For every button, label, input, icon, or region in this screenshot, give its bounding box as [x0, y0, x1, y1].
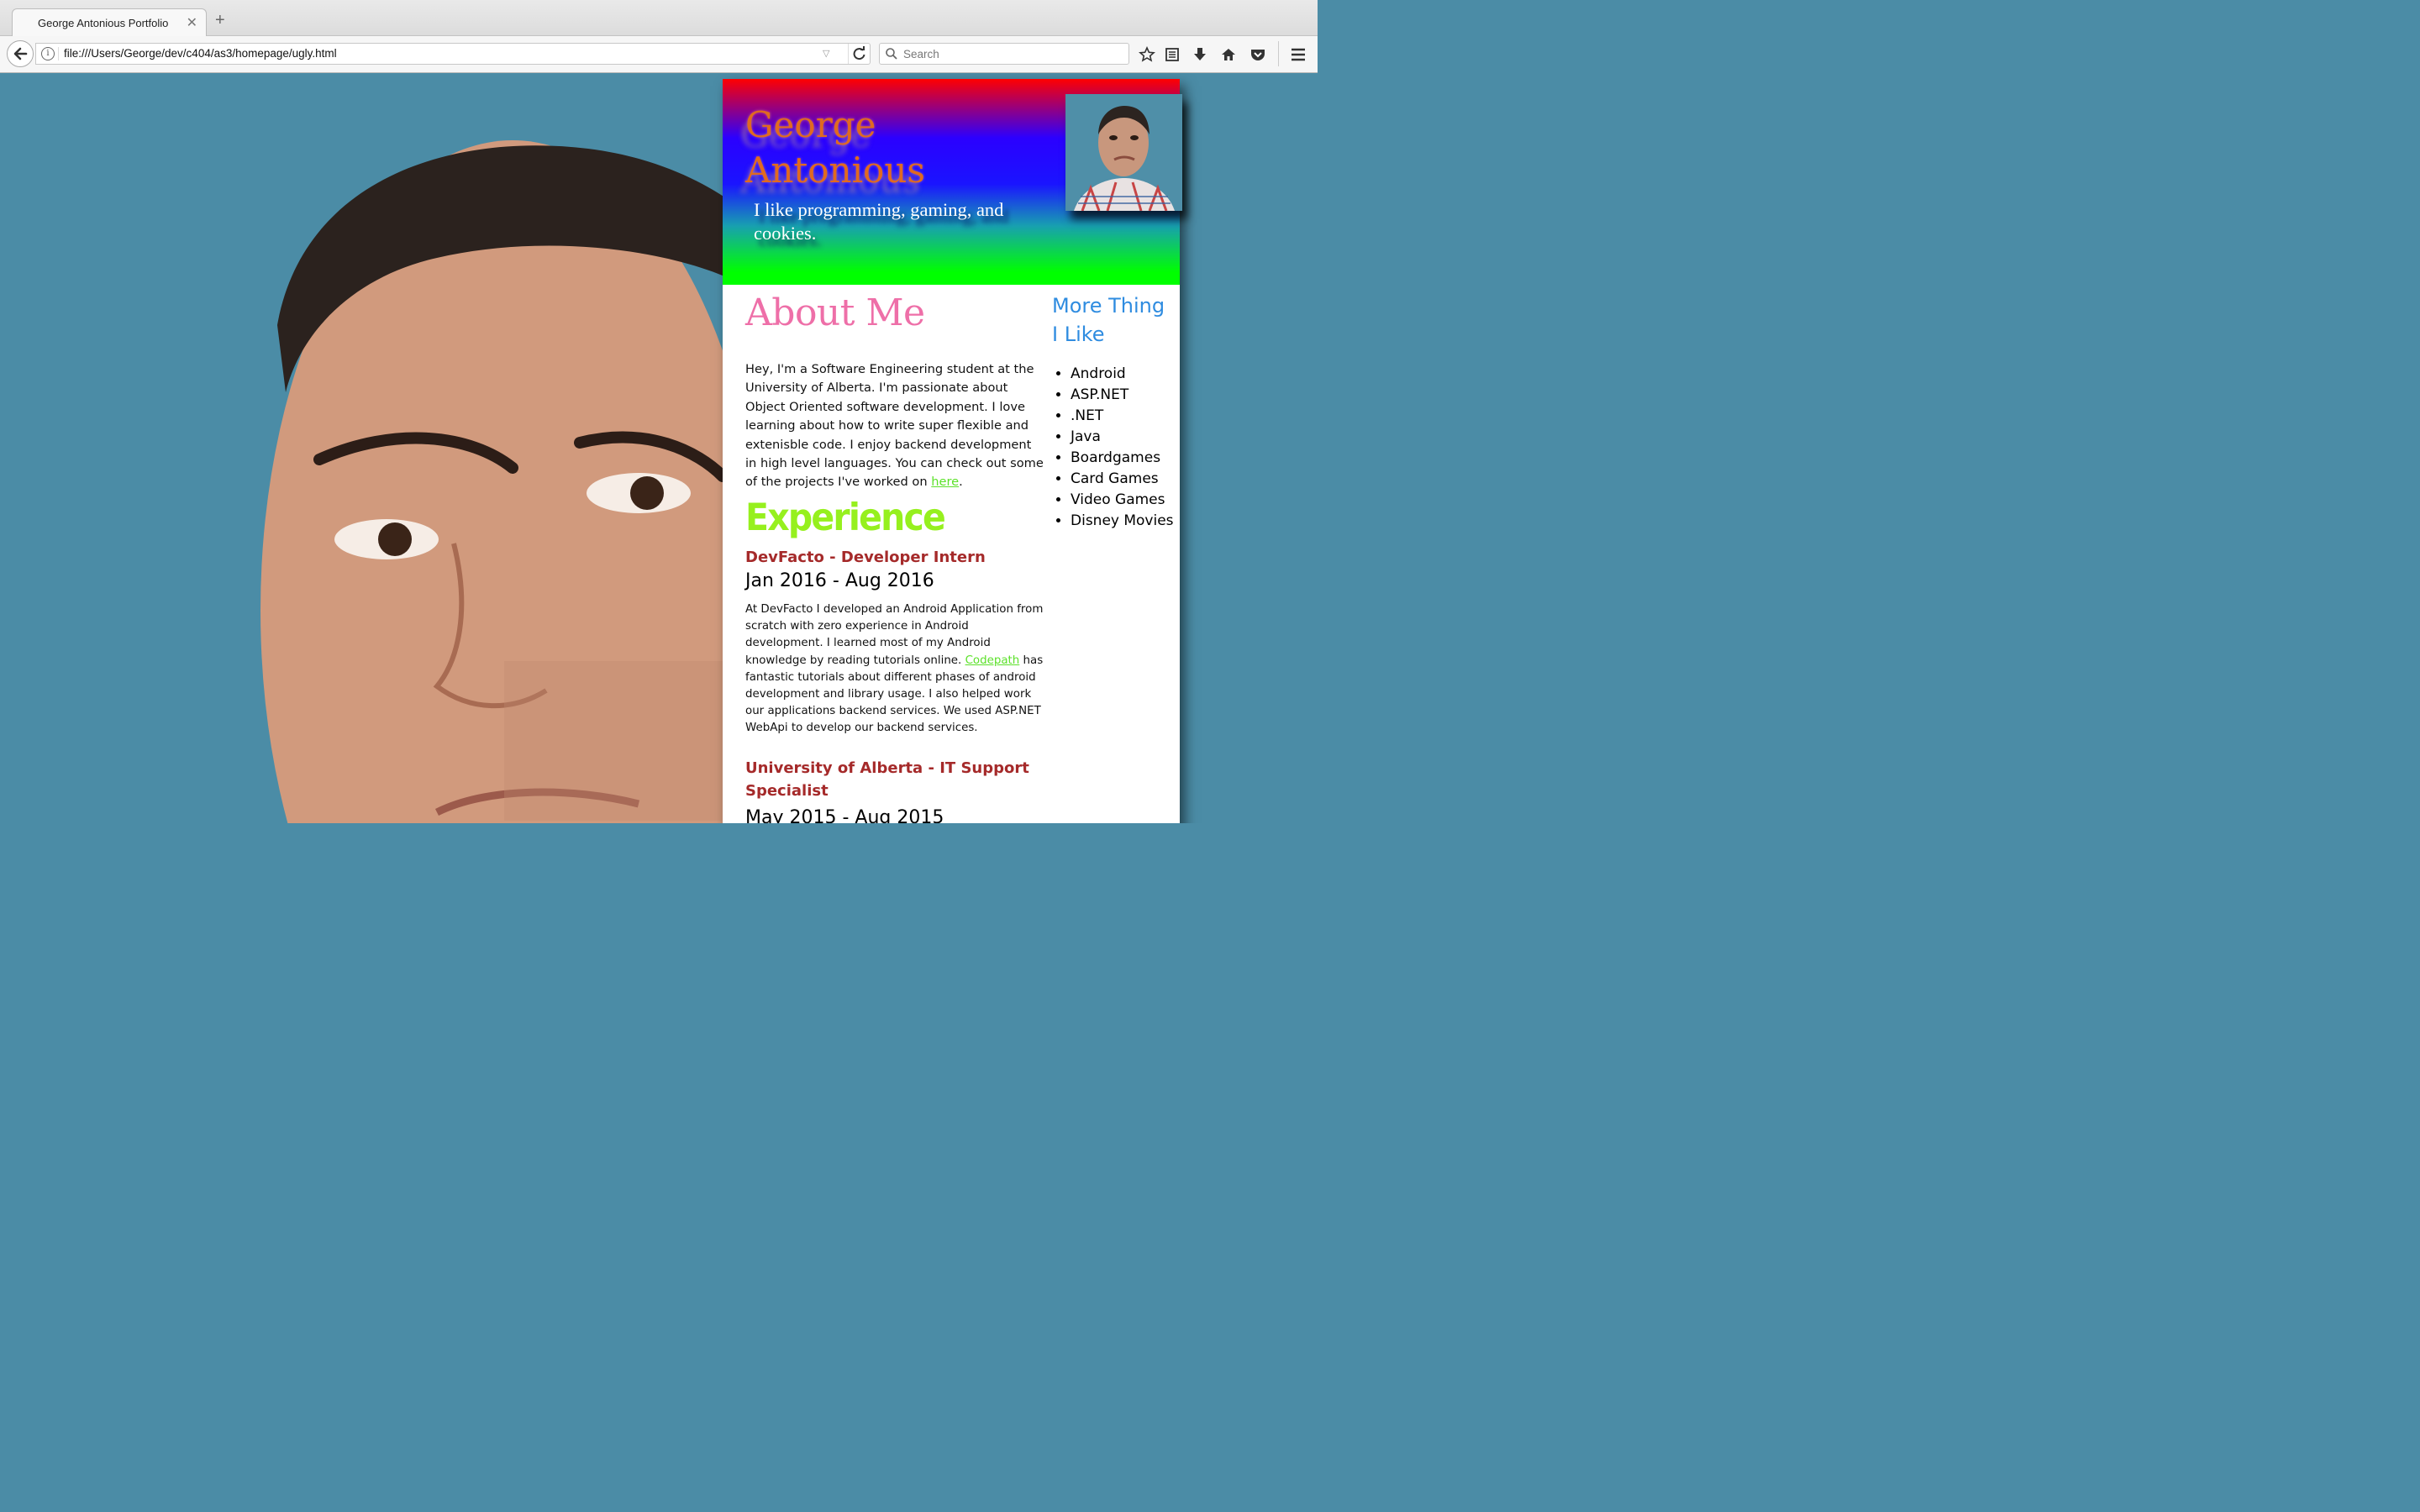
- hamburger-menu-icon[interactable]: [1290, 46, 1307, 63]
- list-item: Java: [1071, 427, 1178, 448]
- portfolio-card: George Antonious I like programming, gam…: [723, 79, 1182, 823]
- url-text[interactable]: file:///Users/George/dev/c404/as3/homepa…: [64, 47, 337, 60]
- search-placeholder: Search: [903, 48, 939, 60]
- navigation-toolbar: i file:///Users/George/dev/c404/as3/home…: [0, 36, 1318, 73]
- list-item: Android: [1071, 364, 1178, 385]
- reload-icon: [853, 46, 865, 60]
- about-text-end: .: [959, 475, 963, 490]
- job-description: At DevFacto I developed an Android Appli…: [745, 601, 1046, 738]
- reload-button[interactable]: [848, 44, 871, 64]
- search-bar[interactable]: Search: [879, 43, 1129, 65]
- list-item: .NET: [1071, 406, 1178, 427]
- list-item: ASP.NET: [1071, 385, 1178, 406]
- name-heading: George Antonious: [745, 104, 925, 191]
- about-me-heading: About Me: [745, 291, 925, 334]
- info-icon[interactable]: i: [41, 47, 55, 60]
- new-tab-icon[interactable]: +: [215, 12, 225, 29]
- tab-title: George Antonious Portfolio: [38, 17, 169, 29]
- url-separator: [58, 47, 59, 60]
- bookmark-star-icon[interactable]: [1139, 46, 1155, 63]
- history-dropdown-icon[interactable]: ▽: [823, 48, 829, 59]
- tagline: I like programming, gaming, and cookies.: [754, 199, 1004, 244]
- job-dates: Jan 2016 - Aug 2016: [745, 570, 934, 591]
- codepath-link[interactable]: Codepath: [965, 654, 1020, 667]
- back-button[interactable]: [7, 40, 34, 67]
- list-item: Boardgames: [1071, 448, 1178, 469]
- job-title: DevFacto - Developer Intern: [745, 549, 986, 566]
- tab-bar: George Antonious Portfolio ✕ +: [0, 0, 1318, 36]
- search-icon: [886, 48, 897, 60]
- projects-link[interactable]: here: [931, 475, 959, 489]
- likes-list: Android ASP.NET .NET Java Boardgames Car…: [1052, 364, 1178, 532]
- list-item: Disney Movies: [1071, 511, 1178, 532]
- url-bar[interactable]: i file:///Users/George/dev/c404/as3/home…: [35, 43, 871, 65]
- bookmarks-menu-icon[interactable]: [1164, 46, 1181, 63]
- downloads-icon[interactable]: [1192, 46, 1208, 63]
- back-arrow-icon: [13, 47, 28, 60]
- job-title: University of Alberta - IT Support Speci…: [745, 759, 1029, 800]
- toolbar-separator: [1278, 41, 1279, 66]
- sidebar: More Thing I Like Android ASP.NET .NET J…: [1052, 291, 1178, 532]
- pocket-icon[interactable]: [1249, 46, 1266, 63]
- sidebar-heading: More Thing I Like: [1052, 294, 1165, 346]
- job-dates: May 2015 - Aug 2015: [745, 807, 944, 823]
- page-viewport: George Antonious I like programming, gam…: [0, 73, 1318, 823]
- list-item: Video Games: [1071, 490, 1178, 511]
- close-tab-icon[interactable]: ✕: [187, 14, 197, 31]
- tab-active[interactable]: George Antonious Portfolio ✕: [12, 8, 207, 36]
- list-item: Card Games: [1071, 469, 1178, 490]
- about-text-part: Hey, I'm a Software Engineering student …: [745, 362, 1044, 490]
- experience-heading: Experience: [745, 496, 946, 539]
- home-icon[interactable]: [1220, 46, 1237, 63]
- header-banner: George Antonious I like programming, gam…: [723, 79, 1182, 285]
- avatar: [1065, 94, 1182, 211]
- about-me-text: Hey, I'm a Software Engineering student …: [745, 360, 1044, 492]
